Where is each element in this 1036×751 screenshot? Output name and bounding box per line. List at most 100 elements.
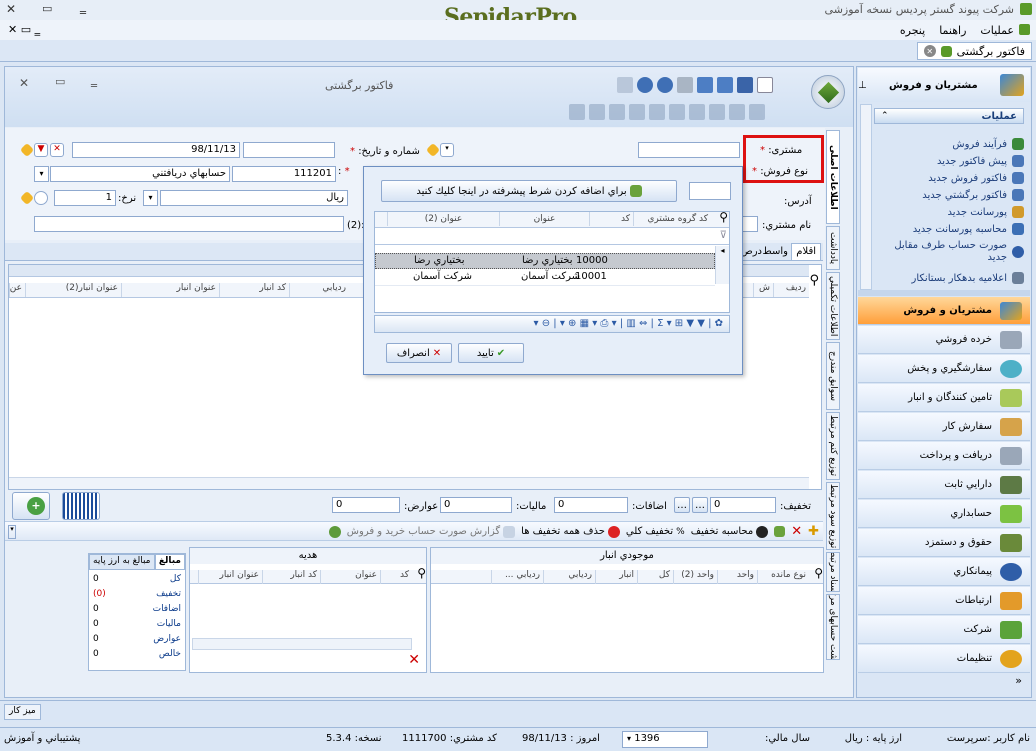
attach-icon[interactable] [709,104,725,120]
total-discount-button[interactable]: % تخفيف كلي [626,526,685,537]
delete-icon[interactable] [729,104,745,120]
ops-vscroll[interactable] [860,104,872,290]
calc-discount-button[interactable]: محاسبه تخفيف [691,525,769,538]
info-icon[interactable] [657,77,673,93]
dropdown-icon[interactable]: ▾ [440,143,454,157]
col-more[interactable]: عن [9,283,25,297]
col-tracking[interactable]: رديابي [543,570,595,584]
add-item-button[interactable]: + [12,492,50,520]
support-link[interactable]: پشتيباني و آموزش [4,733,80,744]
module-contracting[interactable]: پيمانكاري [858,558,1030,586]
close-tab-icon[interactable]: ✕ [923,45,936,57]
number-input[interactable] [243,142,335,158]
vtab-dist2[interactable]: توزيع سود مرتبط [826,482,840,550]
module-suppliers[interactable]: تامين كنندگان و انبار [858,384,1030,412]
vtab-return-accounts[interactable]: برگشت حسابهای مرتبط [826,594,840,660]
maximize-icon[interactable]: ▭ [42,2,52,15]
lookup-grid[interactable]: كد گروه مشتري كد عنوان عنوان (2) ⚲ ⊽ 100… [374,210,730,313]
col-title[interactable]: عنوان [499,212,589,226]
vtab-extra[interactable]: اطلاعات تكميلي [826,272,840,340]
module-payroll[interactable]: حقوق و دستمزد [858,529,1030,557]
next-icon[interactable] [609,104,625,120]
col-tracking2[interactable]: رديابي ... [491,570,543,584]
gift-search-icon[interactable]: ⚲ [417,566,426,580]
first-icon[interactable] [569,104,585,120]
col-tracking[interactable]: رديابي [289,283,349,297]
discount-more-button2[interactable]: … [674,497,690,513]
lookup-search-icon[interactable]: ⚲ [719,210,728,224]
col-warehouse-title[interactable]: عنوان انبار [198,570,262,584]
remove-discounts-button[interactable]: حذف همه تخفيف ها [521,525,620,538]
customer-name2-input[interactable] [34,216,344,232]
ok-button[interactable]: تاييد ✔ [458,343,524,363]
splitter[interactable] [858,290,1030,296]
lookup-vscroll[interactable]: ◂ [715,246,729,284]
lookup-row-1[interactable]: 10000 بختياري رضا بختياري رضا [375,253,715,269]
menu-operations[interactable]: عملیات [980,24,1014,37]
discount-more-button[interactable]: … [692,497,708,513]
cancel-button[interactable]: انصراف ✕ [386,343,452,363]
module-communications[interactable]: ارتباطات [858,587,1030,615]
stock-search-icon[interactable]: ⚲ [814,566,823,580]
vtab-notes[interactable]: يادداشت [826,226,840,270]
col-balance-type[interactable]: نوع مانده [757,570,809,584]
duties-input[interactable]: 0 [332,497,400,513]
lookup-filter-row[interactable]: ⊽ [375,229,729,245]
fiscal-year-select[interactable]: ▾ 1396 [622,731,708,748]
add-icon[interactable]: ✚ [808,524,819,539]
save-icon[interactable] [697,77,713,93]
form-close-icon[interactable]: ✕ [19,76,29,90]
lookup-row-2[interactable]: 10001 شركت آسمان شركت آسمان [375,270,715,286]
vtab-history[interactable]: سوابق مندرج [826,342,840,410]
refresh-icon[interactable] [328,525,341,538]
sidebar-overflow-icon[interactable]: » [858,674,1030,694]
op-new-proforma[interactable]: پيش فاكتور جديد [874,153,1024,169]
expand-icon[interactable]: ▾ [8,525,16,539]
add-condition-button[interactable]: براي اضافه كردن شرط پيشرفته در اينجا كلي… [381,180,677,202]
currency-dropdown-icon[interactable]: ▾ [143,190,158,206]
account-name-input[interactable]: حسابهاي دريافتني [50,166,230,182]
help-icon[interactable] [637,77,653,93]
doc-tab-return-invoice[interactable]: فاکتور برگشتی ✕ [916,42,1032,60]
col-title2[interactable]: عنوان (2) [387,212,499,226]
col-warehouse[interactable]: انبار [595,570,637,584]
col-warehouse-title2[interactable]: عنوان انبار(2) [25,283,121,297]
col-total[interactable]: كل [637,570,673,584]
col-code[interactable]: كد [589,212,633,226]
print-icon[interactable] [677,77,693,93]
rate-input[interactable]: 1 [54,190,116,206]
op-new-return-invoice[interactable]: فاكتور برگشتي جديد [874,187,1024,203]
ops-group-header[interactable]: ⌃ عمليات [874,108,1024,124]
col-sh[interactable]: ش [753,283,773,297]
discount-input[interactable]: 0 [710,497,776,513]
col-warehouse-code[interactable]: كد انبار [262,570,320,584]
vtab-main[interactable]: اطلاعات اصلی [826,130,840,224]
pin-icon[interactable]: ⊥ [858,80,867,91]
form-restore-icon[interactable]: ▭ [55,75,65,88]
lookup-toolbar[interactable]: ▾ ⊖ | ▾ ⊕ ▦ ▾ ⎙ ▾ | ▥ ⇔ | Σ ▾ ⊞ ▼ ▼ | ✿ [374,315,730,333]
module-company[interactable]: شركت [858,616,1030,644]
copy-icon[interactable] [689,104,705,120]
vtab-dist1[interactable]: توزيع كنم مرتبط [826,412,840,480]
summary-tab-base[interactable]: مبالغ به ارز پايه [89,554,155,570]
minimize-icon[interactable]: ‗ [80,0,86,14]
mdi-controls[interactable]: ✕ ▭ ‗ [8,23,40,36]
report-button[interactable]: گزارش صورت حساب خريد و فروش [347,525,516,538]
gift-hscroll[interactable] [192,638,412,650]
op-new-sales-invoice[interactable]: فاكتور فروش جديد [874,170,1024,186]
module-receive-pay[interactable]: دريافت و پرداخت [858,442,1030,470]
summary-tab-amounts[interactable]: مبالغ [154,554,185,570]
prev-icon[interactable] [589,104,605,120]
op-new-commission[interactable]: پورسانت جديد [874,204,1024,220]
grid-hscroll[interactable] [9,477,809,489]
col-warehouse-title[interactable]: عنوان انبار [121,283,219,297]
barcode-button[interactable] [62,492,100,520]
module-customers-sales[interactable]: مشتريان و فروش [858,297,1030,325]
list-icon[interactable] [749,104,765,120]
account-code-input[interactable]: 111201 [232,166,336,182]
col-customer-group[interactable]: كد گروه مشتري [633,212,711,226]
menu-window[interactable]: پنجره [900,24,925,37]
op-calc-commission[interactable]: محاسبه پورسانت جديد [874,221,1024,237]
save-close-icon[interactable] [717,77,733,93]
additions-input[interactable]: 0 [554,497,628,513]
